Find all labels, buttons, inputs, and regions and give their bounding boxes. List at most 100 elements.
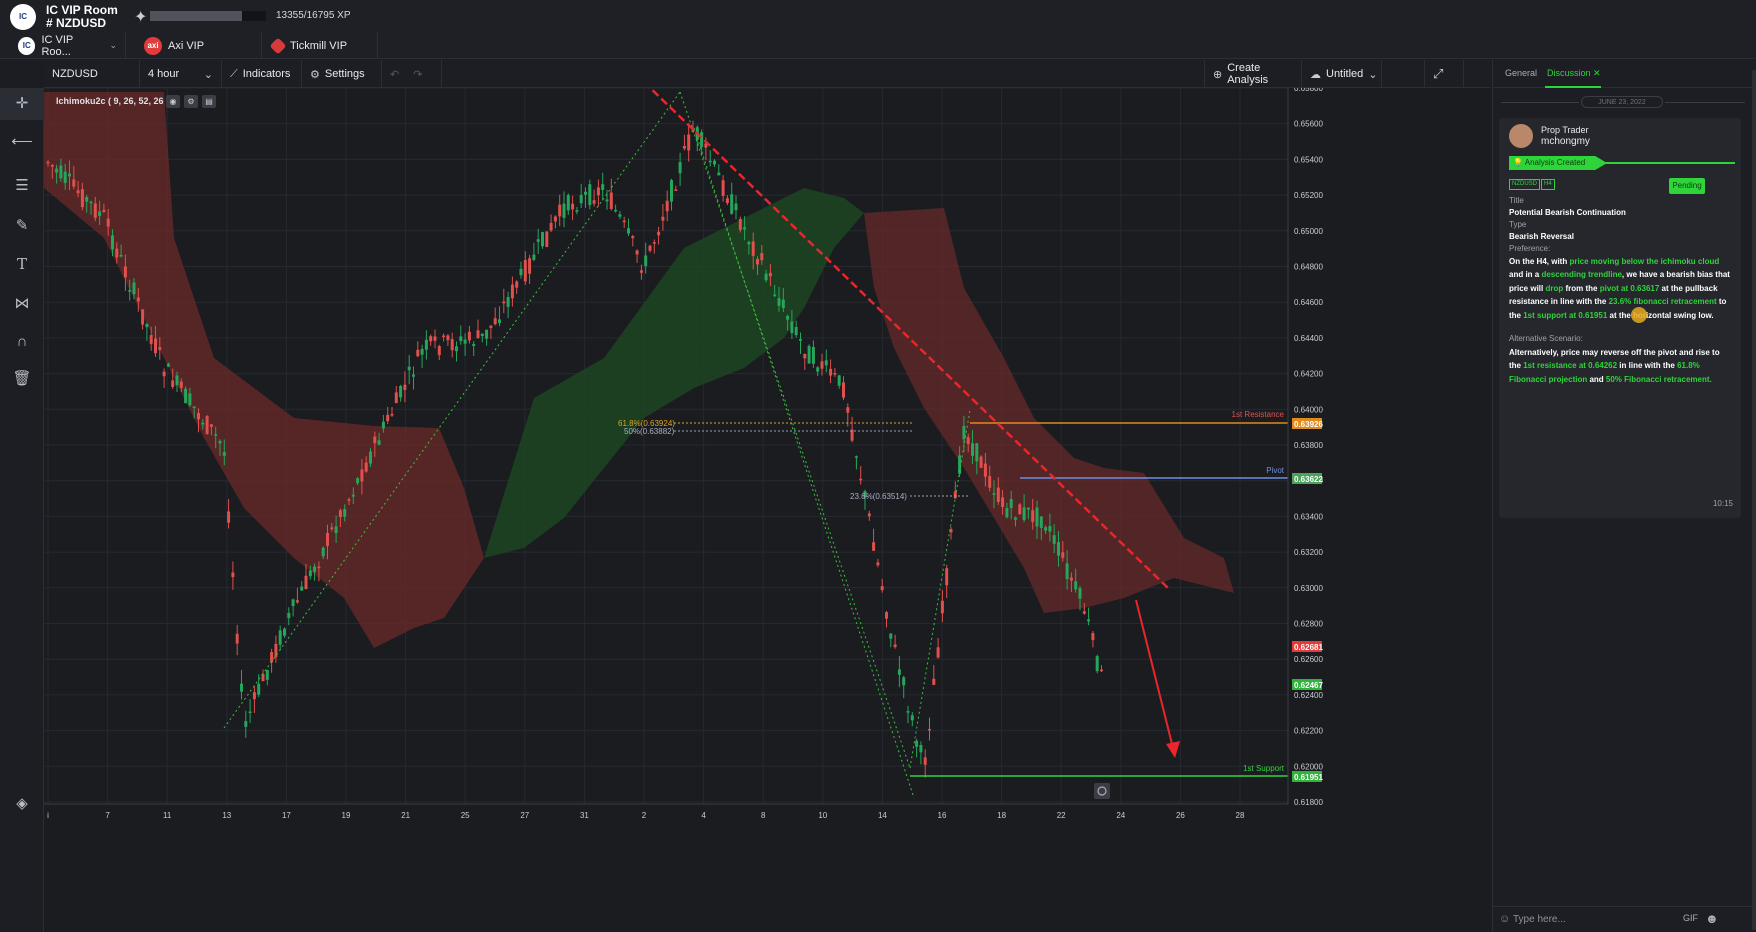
candle-body: [192, 406, 196, 408]
redo-icon[interactable]: ↷: [413, 68, 422, 81]
candle-body: [639, 270, 643, 273]
tab-general[interactable]: General: [1505, 68, 1537, 78]
candle-body: [1074, 581, 1078, 590]
price-tick-label: 0.64800: [1294, 263, 1323, 272]
candle-body: [510, 284, 514, 299]
candle-body: [179, 381, 183, 388]
candle-body: [665, 200, 669, 212]
candle-body: [188, 393, 192, 406]
room-tab-label: IC VIP Roo...: [41, 33, 74, 58]
create-analysis-button[interactable]: ⊕ Create Analysis: [1204, 60, 1302, 88]
candle-body: [364, 462, 368, 472]
room-logo[interactable]: IC: [10, 4, 36, 30]
indicators-button[interactable]: ⟋ Indicators: [222, 60, 302, 88]
candle-body: [46, 161, 50, 164]
timeframe-select[interactable]: 4 hour ⌄: [140, 60, 222, 88]
candle-body: [338, 510, 342, 518]
close-icon[interactable]: ✕: [1593, 68, 1601, 78]
layers-tool[interactable]: ◈: [0, 788, 44, 820]
magnet-tool[interactable]: ∩: [0, 326, 44, 358]
candle-body: [304, 575, 308, 590]
fullscreen-button[interactable]: ⤢: [1424, 60, 1464, 88]
avatar[interactable]: [1509, 124, 1533, 148]
fibonacci-tool[interactable]: ☰: [0, 170, 44, 202]
candle-body: [682, 146, 686, 149]
candle-body: [1052, 535, 1056, 544]
author-name[interactable]: mchongmy: [1541, 136, 1590, 147]
trash-tool[interactable]: 🗑: [0, 363, 44, 395]
pending-badge: Pending: [1669, 178, 1705, 194]
fib-guide-line: [909, 409, 971, 769]
room-tab-tickmill[interactable]: Tickmill VIP: [264, 32, 378, 59]
candle-body: [584, 191, 587, 195]
scrollbar[interactable]: [1752, 70, 1756, 930]
candle-body: [532, 254, 536, 260]
date-tick-label: 7: [105, 811, 110, 820]
xp-progress-fill: [150, 11, 243, 21]
candle-body: [730, 194, 734, 214]
pattern-tool[interactable]: ⋈: [0, 288, 44, 320]
room-title: IC VIP Room: [46, 3, 118, 17]
candle-body: [678, 162, 682, 174]
candle-body: [270, 652, 274, 663]
price-tick-label: 0.63800: [1294, 441, 1323, 450]
line-tool[interactable]: ⟵: [0, 126, 44, 158]
candle-body: [128, 290, 132, 292]
candle-body: [867, 513, 871, 517]
body-text: at the horizontal swing low.: [1607, 310, 1714, 320]
tab-discussion[interactable]: Discussion ✕: [1547, 68, 1601, 79]
candle-body: [442, 335, 446, 338]
candle-body: [575, 210, 579, 212]
eye-icon[interactable]: ◉: [166, 95, 180, 108]
candle-body: [1026, 507, 1030, 510]
xp-count: 13355/16795 XP: [276, 10, 351, 21]
candle-body: [55, 168, 59, 173]
trash-icon[interactable]: ▤: [202, 95, 216, 108]
candle-body: [1065, 563, 1069, 579]
crosshair-tool[interactable]: ✛: [0, 88, 44, 120]
emoji-icon[interactable]: ☻: [1705, 911, 1719, 926]
candle-body: [992, 493, 996, 495]
candle-body: [558, 204, 562, 217]
body-text: in line with the: [1617, 361, 1678, 371]
gear-icon[interactable]: ⚙: [184, 95, 198, 108]
candle-body: [218, 440, 222, 444]
undo-icon[interactable]: ↶: [390, 68, 399, 81]
gif-button[interactable]: GIF: [1683, 913, 1698, 923]
candle-body: [80, 189, 84, 208]
room-tab-label: Axi VIP: [168, 39, 205, 52]
candle-body: [945, 568, 949, 586]
candle-body: [437, 346, 441, 356]
candle-body: [760, 253, 764, 261]
candle-body: [906, 711, 910, 713]
layout-select[interactable]: ☁ Untitled ⌄: [1302, 60, 1382, 88]
candle-body: [983, 463, 987, 477]
text-tool[interactable]: T: [0, 248, 44, 280]
date-tick-label: 26: [1176, 811, 1185, 820]
candle-body: [768, 272, 772, 277]
message-placeholder: Type here...: [1513, 914, 1566, 925]
status-line: [1603, 162, 1735, 164]
price-tick-label: 0.65600: [1294, 120, 1323, 129]
price-chart[interactable]: 61.8%(0.63924) 50%(0.63882) 23.6%(0.63514)…: [44, 88, 1490, 932]
brush-tool[interactable]: ✎: [0, 210, 44, 242]
date-divider: [1501, 102, 1579, 103]
candle-body: [506, 296, 510, 307]
candle-body: [596, 187, 600, 196]
candle-body: [571, 203, 575, 210]
candle-body: [295, 600, 299, 603]
message-input[interactable]: ☺ Type here... GIF ☻: [1493, 906, 1756, 932]
candle-body: [123, 266, 127, 278]
chart-canvas[interactable]: 61.8%(0.63924)50%(0.63882)23.6%(0.63514)…: [44, 88, 1490, 932]
settings-button[interactable]: ⚙ Settings: [302, 60, 382, 88]
candle-body: [502, 301, 506, 304]
analysis-type: Bearish Reversal: [1509, 232, 1574, 241]
symbol-selector[interactable]: NZDUSD: [44, 60, 140, 88]
chevron-down-icon[interactable]: ⌄: [109, 40, 117, 51]
smiley-icon[interactable]: ☺: [1499, 913, 1510, 925]
date-pill: JUNE 23, 2022: [1581, 96, 1663, 108]
room-tab-axi[interactable]: axi Axi VIP: [136, 32, 262, 59]
candle-body: [687, 134, 691, 151]
room-tab-ic[interactable]: IC IC VIP Roo... ⌄: [10, 32, 126, 59]
candle-body: [721, 180, 725, 196]
